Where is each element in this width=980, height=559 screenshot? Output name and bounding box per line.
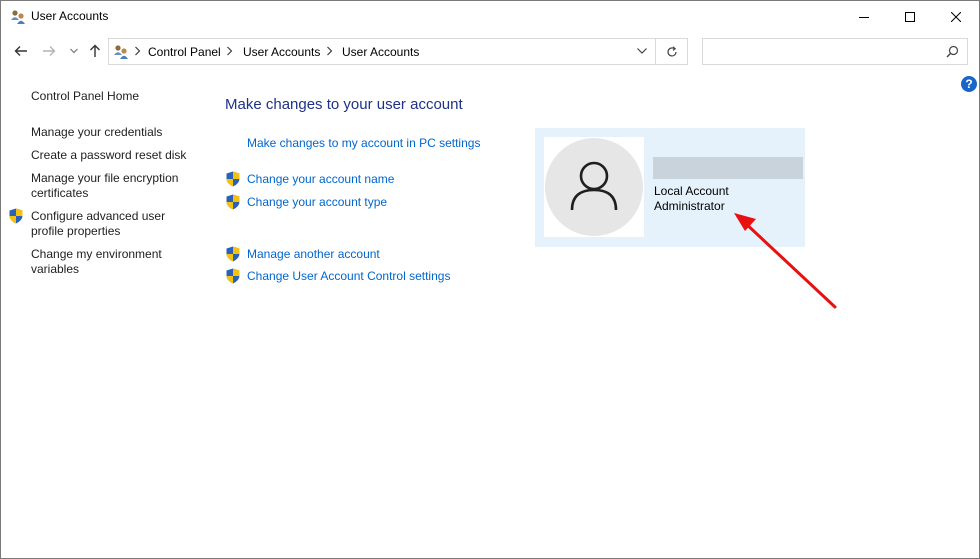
search-icon xyxy=(946,45,959,58)
minimize-button[interactable] xyxy=(841,1,887,32)
maximize-button[interactable] xyxy=(887,1,933,32)
navigation-bar: Control Panel User Accounts User Account… xyxy=(1,32,979,72)
manage-file-encryption-link[interactable]: Manage your file encryption certificates xyxy=(31,171,178,201)
link-line-2: profile properties xyxy=(31,224,121,238)
back-arrow-icon xyxy=(14,46,27,56)
breadcrumb-user-accounts[interactable]: User Accounts xyxy=(243,45,320,59)
annotation-arrow-icon xyxy=(734,213,837,309)
uac-shield-icon xyxy=(226,246,240,262)
link-line-2: variables xyxy=(31,262,80,276)
breadcrumb-separator-icon xyxy=(135,46,141,56)
manage-credentials-link[interactable]: Manage your credentials xyxy=(31,125,162,140)
change-account-name-link[interactable]: Change your account name xyxy=(247,172,394,186)
link-line-1: Manage your file encryption xyxy=(31,171,179,185)
manage-another-account-link[interactable]: Manage another account xyxy=(247,247,380,261)
address-bar[interactable]: Control Panel User Accounts User Account… xyxy=(108,38,656,65)
up-button[interactable] xyxy=(85,41,105,61)
title-bar: User Accounts xyxy=(1,1,979,32)
refresh-button[interactable] xyxy=(656,38,688,65)
user-accounts-icon xyxy=(114,45,128,59)
avatar-frame xyxy=(544,137,644,237)
configure-advanced-user-profile-link[interactable]: Configure advanced user profile properti… xyxy=(31,209,165,239)
window-title: User Accounts xyxy=(31,9,109,23)
account-role-label: Administrator xyxy=(654,199,725,213)
chevron-down-icon[interactable] xyxy=(637,47,647,55)
search-box[interactable] xyxy=(702,38,968,65)
page-heading: Make changes to your user account xyxy=(225,96,463,113)
user-silhouette-icon xyxy=(570,161,618,211)
minimize-icon xyxy=(859,16,869,18)
close-icon xyxy=(951,11,961,22)
refresh-icon xyxy=(666,45,677,57)
breadcrumb-control-panel[interactable]: Control Panel xyxy=(148,45,221,59)
account-tile: Local Account Administrator xyxy=(535,128,805,247)
breadcrumb-separator-icon xyxy=(227,46,233,56)
breadcrumb-user-accounts-current[interactable]: User Accounts xyxy=(342,45,419,59)
avatar xyxy=(545,138,643,236)
control-panel-home-link[interactable]: Control Panel Home xyxy=(31,89,139,104)
help-icon[interactable]: ? xyxy=(961,76,977,92)
link-line-1: Configure advanced user xyxy=(31,209,166,223)
recent-locations-button[interactable] xyxy=(64,41,84,61)
search-input[interactable] xyxy=(707,42,941,63)
up-arrow-icon xyxy=(90,44,100,57)
maximize-icon xyxy=(905,11,915,22)
change-uac-settings-link[interactable]: Change User Account Control settings xyxy=(247,269,450,283)
user-accounts-icon xyxy=(11,10,25,24)
redacted-account-name xyxy=(653,157,803,179)
change-account-type-link[interactable]: Change your account type xyxy=(247,195,387,209)
forward-button[interactable] xyxy=(39,41,59,61)
breadcrumb-separator-icon xyxy=(327,46,333,56)
uac-shield-icon xyxy=(226,171,240,187)
change-environment-variables-link[interactable]: Change my environment variables xyxy=(31,247,162,277)
link-line-1: Change my environment xyxy=(31,247,162,261)
account-type-label: Local Account xyxy=(654,184,729,198)
uac-shield-icon xyxy=(9,208,23,224)
close-button[interactable] xyxy=(933,1,979,32)
uac-shield-icon xyxy=(226,268,240,284)
back-button[interactable] xyxy=(11,41,31,61)
create-password-reset-disk-link[interactable]: Create a password reset disk xyxy=(31,148,186,163)
link-line-2: certificates xyxy=(31,186,89,200)
user-accounts-window: User Accounts Control Panel User Account… xyxy=(0,0,980,559)
uac-shield-icon xyxy=(226,194,240,210)
pc-settings-link[interactable]: Make changes to my account in PC setting… xyxy=(247,136,480,150)
forward-arrow-icon xyxy=(43,46,56,56)
chevron-down-icon xyxy=(70,48,78,54)
